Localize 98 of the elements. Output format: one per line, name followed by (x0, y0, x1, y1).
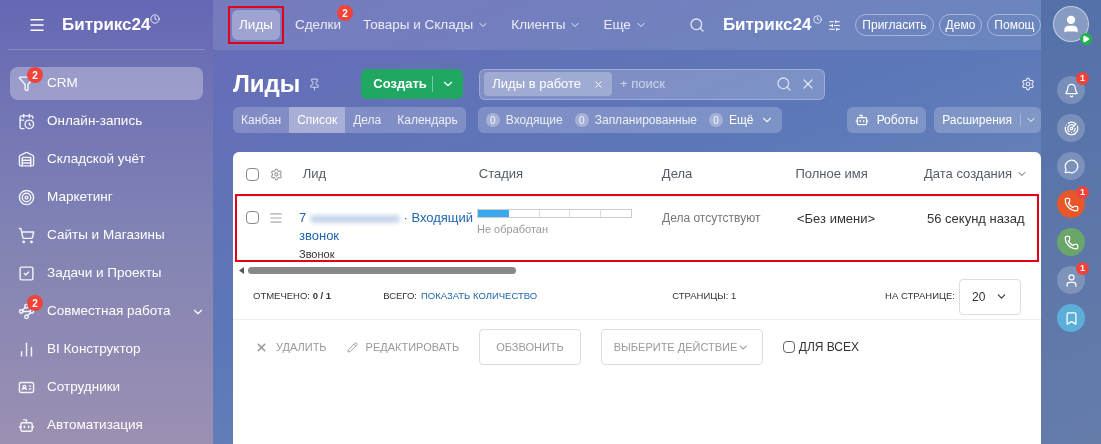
total-label: ВСЕГО: (383, 289, 417, 304)
row-menu-icon[interactable] (269, 211, 283, 225)
column-header[interactable]: Стадия (478, 164, 662, 184)
id-card-icon (18, 379, 35, 396)
warehouse-icon (18, 151, 35, 168)
date-cell-text: 56 секунд назад (927, 210, 1025, 228)
radar-icon[interactable] (1057, 114, 1085, 142)
column-header[interactable]: Дела (661, 164, 796, 184)
sidebar-item[interactable]: Маркетинг (10, 181, 203, 214)
sidebar-item[interactable]: Онлайн-запись (10, 105, 203, 138)
for-all-checkbox[interactable]: ДЛЯ ВСЕХ (782, 338, 860, 356)
column-header[interactable]: Полное имя (795, 164, 924, 184)
column-header[interactable]: Дата создания (924, 164, 1013, 184)
play-icon (1080, 33, 1092, 45)
activities-cell-text: Дела отсутствуют (662, 210, 762, 227)
phone-icon[interactable] (1057, 228, 1085, 256)
checkbox-icon (18, 265, 35, 282)
close-icon (255, 340, 268, 354)
sidebar-item-label: Сотрудники (47, 378, 121, 397)
per-page-select[interactable]: 20 (959, 278, 1021, 315)
counter-filter[interactable]: 0 Ещё (708, 111, 774, 129)
nav-tab[interactable]: Товары и Склады (356, 10, 497, 40)
logo[interactable]: Битрикс24 (62, 11, 151, 38)
sidebar-item[interactable]: Сотрудники (10, 371, 203, 404)
robot-icon (854, 113, 869, 127)
sidebar-item[interactable]: Сайты и Магазины (10, 219, 203, 252)
user-avatar[interactable] (1053, 6, 1089, 42)
count-badge: 2 (337, 5, 353, 21)
robot-icon (18, 417, 35, 434)
delete-button[interactable]: УДАЛИТЬ (255, 338, 327, 356)
settings-icon[interactable] (828, 18, 842, 32)
filter-chip[interactable]: Лиды в работе (484, 72, 613, 96)
call-button[interactable]: ОБЗВОНИТЬ (479, 329, 581, 365)
checked-count: ОТМЕЧЕНО: 0 / 1 (253, 289, 332, 304)
settings-icon[interactable] (269, 167, 283, 181)
view-tab[interactable]: Дела (345, 107, 390, 133)
search-input[interactable]: + поиск (620, 74, 769, 94)
counter-filter[interactable]: 0 Входящие (485, 111, 563, 129)
edit-button[interactable]: РЕДАКТИРОВАТЬ (346, 338, 460, 356)
scrollbar-thumb[interactable] (248, 266, 516, 274)
sidebar-item[interactable]: 2 Совместная работа (10, 295, 203, 328)
lead-source: Звонок (299, 247, 336, 262)
view-tab[interactable]: Список (289, 107, 346, 133)
pencil-icon (346, 341, 358, 353)
sidebar-item[interactable]: Автоматизация (10, 409, 203, 442)
sidebar-item-label: BI Конструктор (47, 340, 141, 359)
bookmark-icon[interactable] (1057, 304, 1085, 332)
pin-icon[interactable] (308, 77, 322, 91)
chat-icon[interactable] (1057, 152, 1085, 180)
sidebar-item-label: Задачи и Проекты (47, 264, 162, 283)
sidebar-item-label: Сайты и Магазины (47, 226, 165, 245)
per-page-label: НА СТРАНИЦЕ: (885, 289, 955, 304)
checkbox[interactable] (246, 167, 259, 181)
calendar-icon (18, 113, 35, 130)
robots-button[interactable]: Роботы (846, 107, 927, 133)
count-badge: 2 (27, 295, 43, 311)
create-button[interactable]: Создать (361, 69, 464, 99)
close-icon[interactable] (593, 78, 605, 90)
sidebar-item-label: Складской учёт (47, 150, 146, 169)
action-select[interactable]: ВЫБЕРИТЕ ДЕЙСТВИЕ (600, 329, 763, 365)
page-title: Лиды (233, 69, 301, 99)
filter-search-field[interactable]: Лиды в работе + поиск (479, 68, 826, 100)
count-badge: 2 (27, 67, 43, 83)
nav-tab[interactable]: Еще (596, 10, 654, 40)
lead-link[interactable]: 7 · Входящий звонок (299, 209, 477, 245)
scroll-left-icon[interactable] (239, 266, 244, 274)
sidebar-item[interactable]: Складской учёт (10, 143, 203, 176)
sidebar-item[interactable]: 2 CRM (10, 67, 203, 100)
sidebar-item-label: CRM (47, 74, 78, 93)
nav-tab[interactable]: Клиенты (504, 10, 589, 40)
show-count-link[interactable]: ПОКАЗАТЬ КОЛИЧЕСТВО (421, 289, 538, 304)
bar-chart-icon (18, 341, 35, 358)
target-icon (18, 189, 35, 206)
counter-filter[interactable]: 0 Запланированные (574, 111, 697, 129)
search-icon[interactable] (688, 17, 705, 33)
pages-count: СТРАНИЦЫ: 1 (672, 289, 737, 304)
sidebar-item[interactable]: Задачи и Проекты (10, 257, 203, 290)
person-icon (1061, 14, 1081, 34)
search-icon[interactable] (776, 76, 793, 92)
view-tab[interactable]: Календарь (389, 107, 466, 133)
logo[interactable]: Битрикс24 (722, 12, 812, 38)
nav-tab[interactable]: Лиды (232, 10, 280, 40)
clock-icon (150, 13, 161, 24)
stage-progress[interactable] (477, 209, 632, 218)
clock-icon (813, 14, 823, 24)
cart-icon (18, 227, 35, 244)
sidebar-item-label: Онлайн-запись (47, 112, 143, 131)
sidebar-item-label: Автоматизация (47, 416, 143, 435)
sidebar-item-label: Маркетинг (47, 188, 113, 207)
view-tab[interactable]: Канбан (233, 107, 290, 133)
sidebar-item[interactable]: BI Конструктор (10, 333, 203, 366)
name-cell-text: <Без имени> (797, 210, 877, 228)
stage-label: Не обработан (477, 222, 550, 237)
extensions-button[interactable]: Расширения (934, 107, 1041, 133)
sidebar-item-label: Совместная работа (47, 302, 171, 321)
checkbox[interactable] (246, 211, 259, 224)
column-header[interactable]: Лид (302, 164, 479, 184)
table-row[interactable]: 7 · Входящий звонок Звонок Не обработан Дела отсутствуют <Без имени> 56 секунд назад (237, 196, 1037, 260)
